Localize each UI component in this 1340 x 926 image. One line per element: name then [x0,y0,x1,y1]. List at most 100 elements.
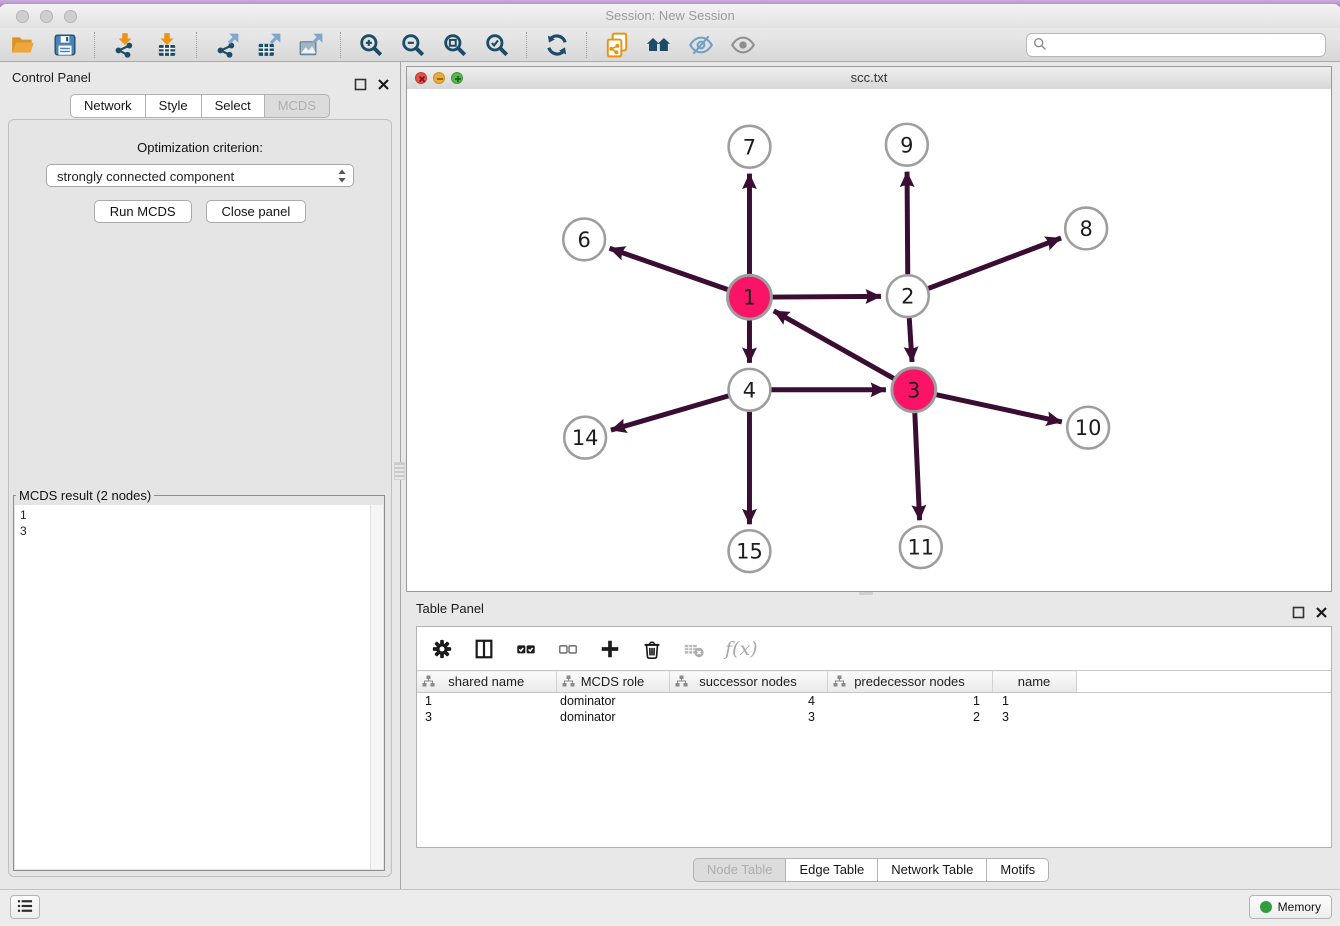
svg-text:11: 11 [907,536,934,560]
tab-style[interactable]: Style [146,94,202,118]
save-session-icon[interactable] [52,32,78,58]
export-table-icon[interactable] [256,32,282,58]
graph-edge-1-2[interactable] [772,296,881,297]
tab-network-table[interactable]: Network Table [878,858,987,882]
graph-node-14[interactable]: 14 [564,417,606,459]
run-mcds-button[interactable]: Run MCDS [94,200,192,223]
open-session-icon[interactable] [10,32,36,58]
graph-node-8[interactable]: 8 [1065,208,1107,250]
graph-edge-3-11[interactable] [915,413,920,521]
column-layout-icon[interactable] [473,638,495,660]
search-icon [1033,37,1047,51]
zoom-selected-icon[interactable] [484,32,510,58]
tab-mcds[interactable]: MCDS [265,94,330,118]
graph-node-2[interactable]: 2 [887,275,929,317]
graph-node-7[interactable]: 7 [729,126,771,168]
graph-edge-3-10[interactable] [936,395,1062,422]
network-frame-titlebar[interactable]: scc.txt [407,67,1331,90]
column-header-name[interactable]: name [992,671,1076,693]
tab-node-table[interactable]: Node Table [693,858,787,882]
table-cell[interactable]: 3 [417,709,556,725]
table-cell[interactable]: 2 [827,709,992,725]
table-row[interactable]: 3dominator323 [417,709,1331,725]
column-header-label: successor nodes [699,674,797,689]
show-all-icon[interactable] [646,32,672,58]
toolbar-separator [94,32,96,58]
graph-edge-2-9[interactable] [907,172,908,275]
export-image-icon[interactable] [298,32,324,58]
deselect-all-icon[interactable] [557,638,579,660]
graph-node-15[interactable]: 15 [729,530,771,572]
graph-edge-4-14[interactable] [611,396,729,430]
main-toolbar [0,28,1340,62]
tab-select[interactable]: Select [202,94,265,118]
import-network-icon[interactable] [112,32,138,58]
column-header-shared-name[interactable]: shared name [417,671,556,693]
task-history-button[interactable] [10,895,40,919]
graph-edge-3-1[interactable] [774,311,894,379]
graph-node-3[interactable]: 3 [892,368,936,412]
show-hidden-icon[interactable] [730,32,756,58]
frame-resize-handle[interactable] [859,592,873,595]
hide-selected-icon[interactable] [688,32,714,58]
close-panel-button[interactable]: Close panel [206,200,307,223]
column-header-predecessor-nodes[interactable]: predecessor nodes [827,671,992,693]
table-cell[interactable]: 3 [992,709,1076,725]
table-cell[interactable]: 4 [669,693,827,710]
close-panel-icon[interactable] [1315,602,1328,615]
float-panel-icon[interactable] [354,71,367,84]
graph-node-4[interactable]: 4 [729,369,771,411]
zoom-fit-icon[interactable] [442,32,468,58]
graph-node-6[interactable]: 6 [563,218,605,260]
svg-text:4: 4 [743,378,756,402]
zoom-out-icon[interactable] [400,32,426,58]
refresh-network-icon[interactable] [544,32,570,58]
toolbar-separator [526,32,528,58]
settings-gear-icon[interactable] [431,638,453,660]
graph-edge-1-6[interactable] [610,248,728,289]
import-table-icon[interactable] [154,32,180,58]
search-box [1026,33,1326,57]
mcds-result-line: 3 [20,523,378,539]
table-cell[interactable]: 3 [669,709,827,725]
graph-node-9[interactable]: 9 [886,124,928,166]
delete-table-icon[interactable] [683,638,705,660]
network-graph: 7 9 6 8 1 2 4 3 14 10 15 11 [407,89,1331,591]
table-header-row: shared nameMCDS role successor nodes prede… [417,671,1331,693]
toolbar-separator [340,32,342,58]
graph-node-10[interactable]: 10 [1067,407,1109,449]
close-panel-icon[interactable] [377,71,390,84]
memory-button[interactable]: Memory [1249,895,1332,919]
svg-text:6: 6 [577,228,590,252]
graph-edge-2-3[interactable] [909,318,912,362]
add-column-icon[interactable] [599,638,621,660]
delete-column-icon[interactable] [641,638,663,660]
table-tabs: Node Table Edge Table Network Table Moti… [402,858,1340,882]
network-canvas[interactable]: 7 9 6 8 1 2 4 3 14 10 15 11 [407,89,1331,591]
function-builder-icon[interactable]: f(x) [725,638,758,660]
toolbar-separator [196,32,198,58]
duplicate-network-icon[interactable] [604,32,630,58]
float-panel-icon[interactable] [1292,602,1305,615]
export-network-icon[interactable] [214,32,240,58]
column-header-MCDS-role[interactable]: MCDS role [556,671,669,693]
column-header-successor-nodes[interactable]: successor nodes [669,671,827,693]
table-cell[interactable]: dominator [556,709,669,725]
graph-edge-2-8[interactable] [928,238,1061,288]
graph-node-11[interactable]: 11 [900,526,942,568]
table-cell[interactable]: 1 [827,693,992,710]
search-input[interactable] [1026,33,1326,57]
zoom-in-icon[interactable] [358,32,384,58]
tab-network[interactable]: Network [70,94,146,118]
table-cell[interactable]: 1 [417,693,556,710]
criterion-dropdown[interactable]: strongly connected component [46,164,354,187]
table-cell[interactable]: 1 [992,693,1076,710]
table-row[interactable]: 1dominator411 [417,693,1331,710]
table-cell[interactable]: dominator [556,693,669,710]
tab-motifs[interactable]: Motifs [987,858,1049,882]
mcds-result-list[interactable]: 13 [15,505,383,869]
select-all-icon[interactable] [515,638,537,660]
panel-splitter-handle[interactable] [394,462,405,480]
tab-edge-table[interactable]: Edge Table [786,858,878,882]
graph-node-1[interactable]: 1 [728,275,772,319]
